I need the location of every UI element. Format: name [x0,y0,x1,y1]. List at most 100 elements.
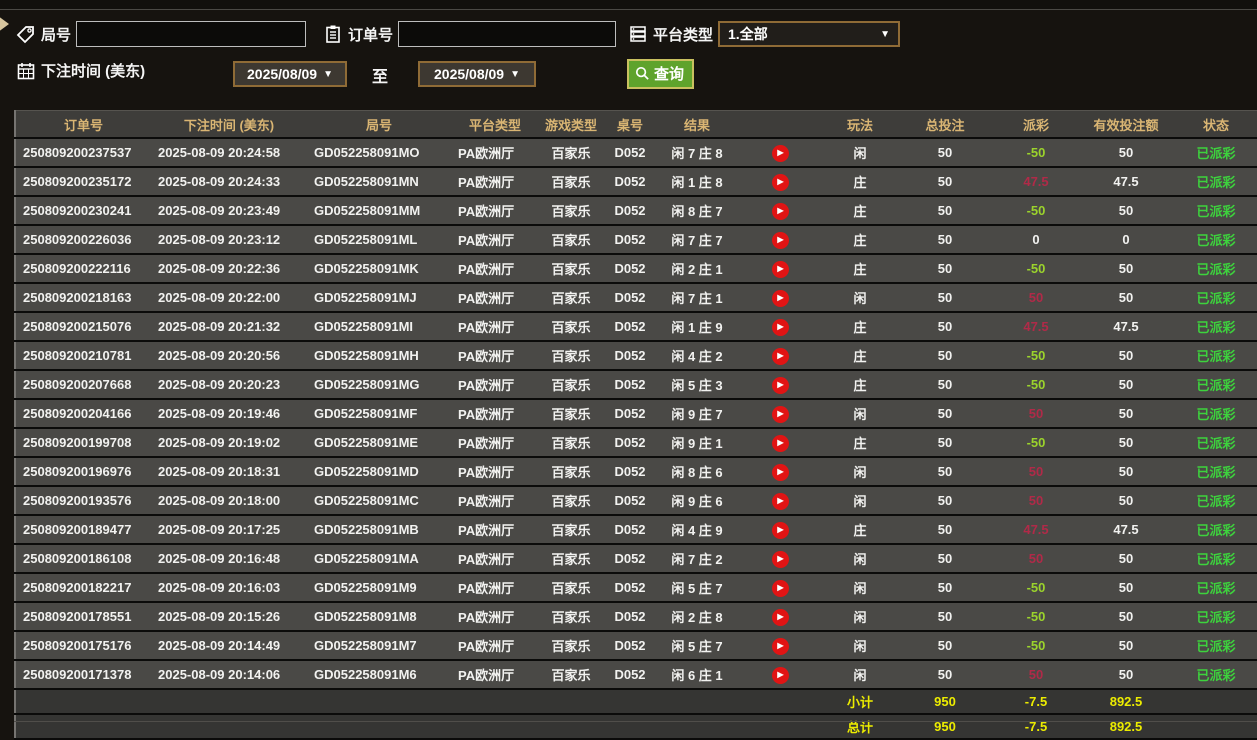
order-filter-group: 订单号 [323,21,617,47]
cell-game: 百家乐 [539,631,603,661]
cell-valid: 50 [1079,196,1173,226]
cell-game: 百家乐 [539,341,603,371]
play-video-icon[interactable]: ▶ [771,434,789,452]
play-video-icon[interactable]: ▶ [771,144,789,162]
column-header-total: 总投注 [897,110,993,139]
cell-table: D052 [603,544,657,574]
cell-play: ▶ [737,544,823,574]
play-video-icon[interactable]: ▶ [771,666,789,684]
cell-order: 250809200210781 [15,341,151,371]
cell-total: 50 [897,573,993,603]
search-button-label: 查询 [654,66,685,83]
platform-type-select[interactable]: 1.全部 ▼ [718,21,901,47]
search-icon [635,66,649,80]
cell-platform: PA欧洲厅 [451,167,539,197]
table-row: 250809200171378 2025-08-09 20:14:06 GD0522… [15,660,1257,690]
cell-order: 250809200230241 [15,196,151,226]
cell-valid: 50 [1079,370,1173,400]
cell-result: 闲 8 庄 6 [657,457,737,487]
cell-valid: 50 [1079,138,1173,168]
cell-status: 已派彩 [1173,428,1257,458]
cell-valid: 50 [1079,283,1173,313]
play-video-icon[interactable]: ▶ [771,492,789,510]
column-header-time: 下注时间 (美东) [151,110,307,139]
cell-payout: 47.5 [993,167,1079,197]
cell-payout: 50 [993,544,1079,574]
cell-bet: 闲 [823,573,897,603]
play-video-icon[interactable]: ▶ [771,405,789,423]
cell-table: D052 [603,138,657,168]
cell-status: 已派彩 [1173,196,1257,226]
cell-valid: 50 [1079,486,1173,516]
date-to-picker[interactable]: 2025/08/09 ▼ [418,61,536,87]
play-video-icon[interactable]: ▶ [771,202,789,220]
subtotal-row-cell-round [307,689,451,715]
table-row: 250809200222116 2025-08-09 20:22:36 GD0522… [15,254,1257,284]
cell-time: 2025-08-09 20:16:03 [151,573,307,603]
play-video-icon[interactable]: ▶ [771,550,789,568]
cell-bet: 闲 [823,399,897,429]
column-header-bet: 玩法 [823,110,897,139]
cell-game: 百家乐 [539,254,603,284]
cell-table: D052 [603,660,657,690]
cell-round: GD052258091MI [307,312,451,342]
cell-time: 2025-08-09 20:23:49 [151,196,307,226]
cell-play: ▶ [737,515,823,545]
cell-table: D052 [603,486,657,516]
cell-play: ▶ [737,341,823,371]
cell-round: GD052258091MG [307,370,451,400]
cell-round: GD052258091MF [307,399,451,429]
play-video-icon[interactable]: ▶ [771,231,789,249]
cell-table: D052 [603,428,657,458]
search-button[interactable]: 查询 [627,59,695,89]
cell-time: 2025-08-09 20:14:06 [151,660,307,690]
cell-valid: 47.5 [1079,515,1173,545]
table-header-row: 订单号 下注时间 (美东) 局号 平台类型 游戏类型 桌号 结果 玩法 总投注 派彩 有效投注额 状态 [15,110,1257,139]
subtotal-row-cell-payout: -7.5 [993,689,1079,715]
play-video-icon[interactable]: ▶ [771,376,789,394]
sidebar-collapse-arrow-icon[interactable] [0,13,9,35]
play-video-icon[interactable]: ▶ [771,289,789,307]
play-video-icon[interactable]: ▶ [771,463,789,481]
round-number-input[interactable] [76,21,307,47]
cell-status: 已派彩 [1173,370,1257,400]
cell-total: 50 [897,486,993,516]
cell-total: 50 [897,457,993,487]
cell-total: 50 [897,138,993,168]
cell-order: 250809200204166 [15,399,151,429]
subtotal-row-cell-result [657,689,737,715]
cell-round: GD052258091MB [307,515,451,545]
order-number-input[interactable] [398,21,617,47]
cell-time: 2025-08-09 20:19:46 [151,399,307,429]
subtotal-row-cell-table [603,689,657,715]
cell-round: GD052258091MH [307,341,451,371]
column-header-result: 结果 [657,110,737,139]
cell-play: ▶ [737,486,823,516]
cell-payout: -50 [993,602,1079,632]
cell-table: D052 [603,341,657,371]
cell-platform: PA欧洲厅 [451,225,539,255]
cell-status: 已派彩 [1173,515,1257,545]
order-number-label: 订单号 [348,26,394,44]
play-video-icon[interactable]: ▶ [771,173,789,191]
play-video-icon[interactable]: ▶ [771,608,789,626]
table-row: 250809200199708 2025-08-09 20:19:02 GD0522… [15,428,1257,458]
play-video-icon[interactable]: ▶ [771,579,789,597]
cell-status: 已派彩 [1173,602,1257,632]
cell-payout: 50 [993,486,1079,516]
cell-order: 250809200199708 [15,428,151,458]
play-video-icon[interactable]: ▶ [771,521,789,539]
play-video-icon[interactable]: ▶ [771,637,789,655]
play-video-icon[interactable]: ▶ [771,318,789,336]
cell-play: ▶ [737,225,823,255]
play-video-icon[interactable]: ▶ [771,260,789,278]
tag-icon [16,26,34,44]
cell-play: ▶ [737,457,823,487]
date-to-value: 2025/08/09 [434,66,505,82]
cell-total: 50 [897,660,993,690]
table-row: 250809200210781 2025-08-09 20:20:56 GD0522… [15,341,1257,371]
column-header-play [737,110,823,139]
date-from-picker[interactable]: 2025/08/09 ▼ [233,61,347,87]
play-video-icon[interactable]: ▶ [771,347,789,365]
cell-order: 250809200215076 [15,312,151,342]
